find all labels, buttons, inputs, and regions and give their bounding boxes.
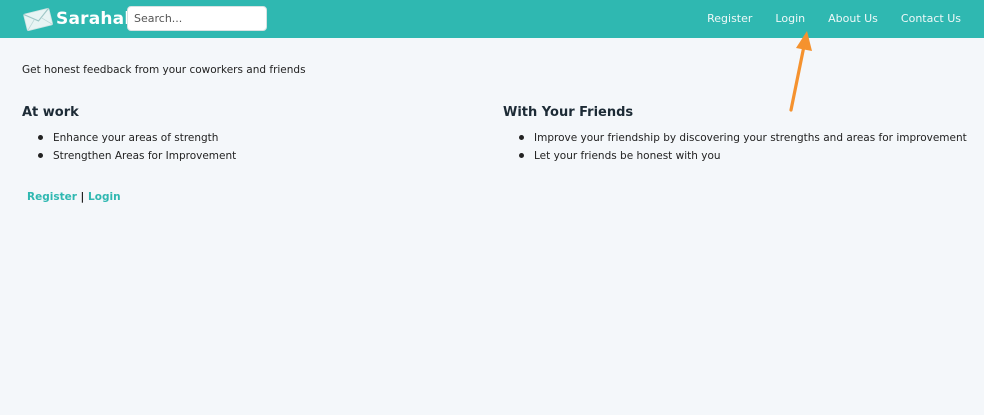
arrow-up-icon [789,31,812,112]
with-your-friends-list: Improve your friendship by discovering y… [503,130,967,166]
list-item: Improve your friendship by discovering y… [503,130,967,148]
brand-logo-link[interactable]: Sarahah [22,6,137,32]
nav-about-us-link[interactable]: About Us [817,0,890,38]
list-item: Let your friends be honest with you [503,148,967,166]
nav-contact-us-link[interactable]: Contact Us [889,0,984,38]
section-title-with-your-friends: With Your Friends [503,105,634,120]
footer-register-link[interactable]: Register [27,191,77,203]
brand-name: Sarahah [56,9,137,29]
search-input[interactable] [127,6,267,31]
tagline: Get honest feedback from your coworkers … [22,64,306,76]
nav-register-link[interactable]: Register [696,0,764,38]
at-work-list: Enhance your areas of strength Strengthe… [22,130,236,166]
top-navbar: Sarahah Register Login About Us Contact … [0,0,984,38]
list-item: Enhance your areas of strength [22,130,236,148]
section-title-at-work: At work [22,105,79,120]
nav-links: Register Login About Us Contact Us [696,0,984,38]
list-item: Strengthen Areas for Improvement [22,148,236,166]
footer-login-link[interactable]: Login [88,191,121,203]
envelope-icon [23,7,53,31]
footer-separator: | [80,191,89,203]
footer-links: Register | Login [27,191,121,203]
